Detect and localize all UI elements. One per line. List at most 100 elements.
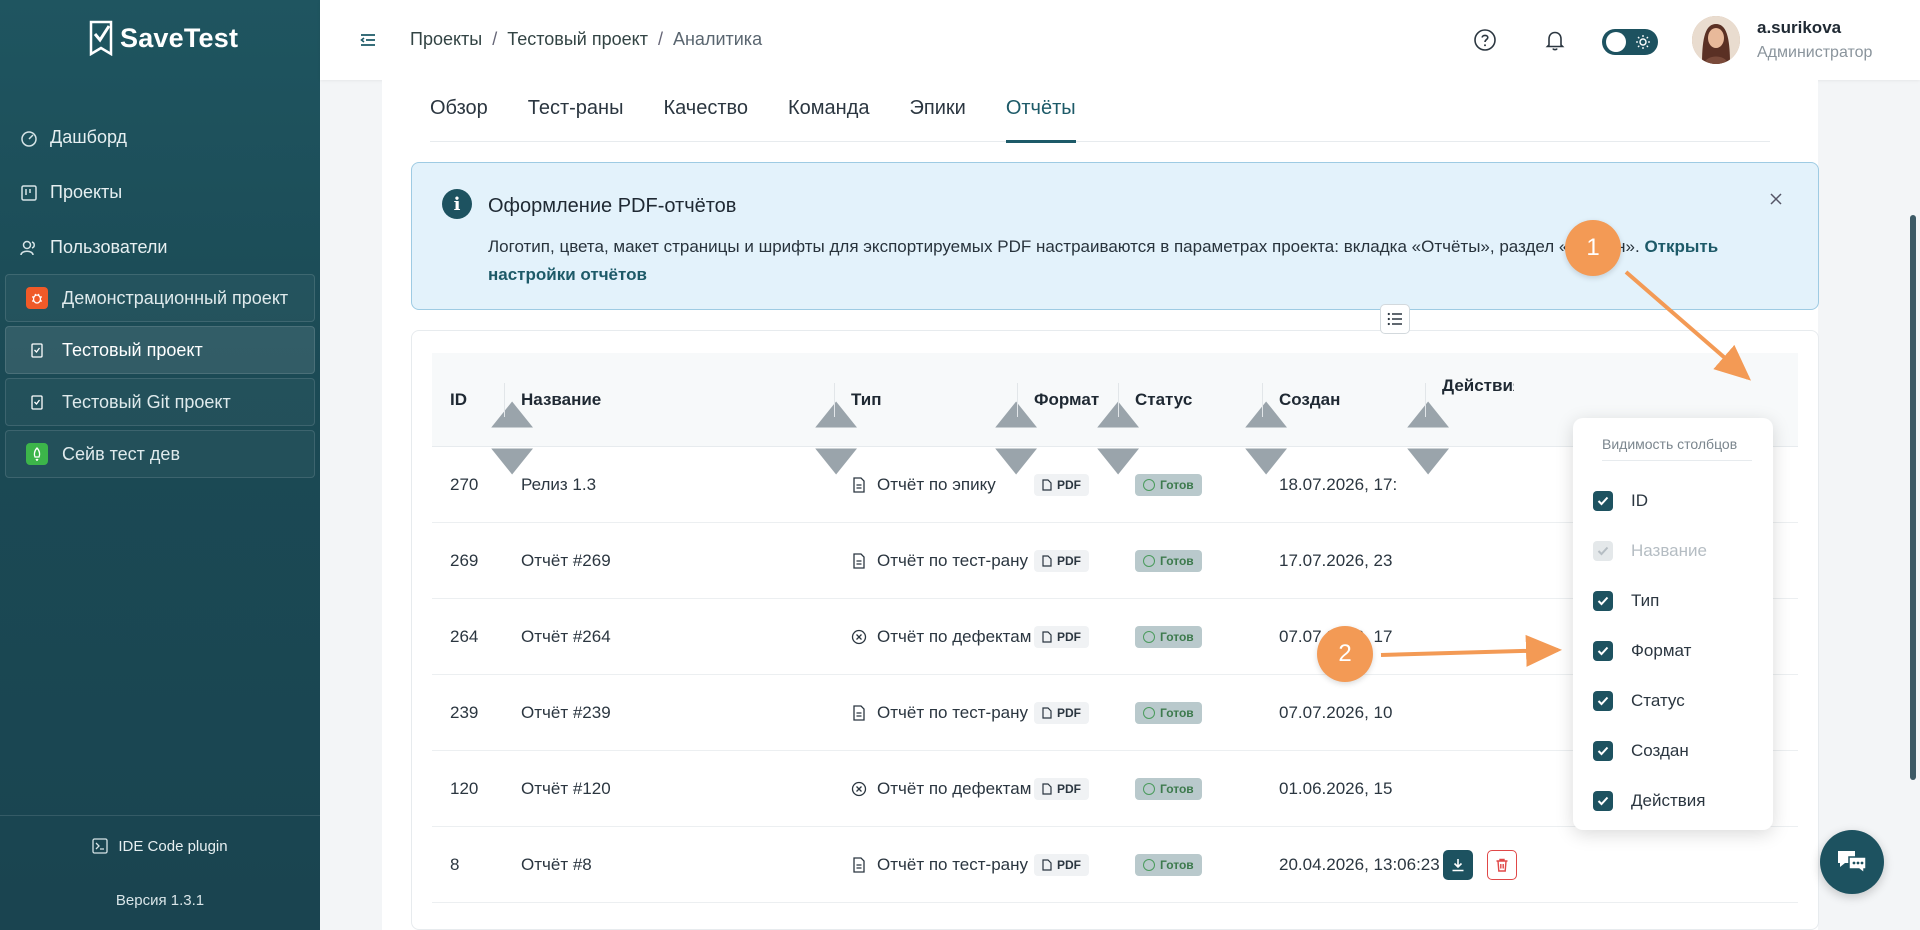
row-created: 07.07.2026, 10 xyxy=(1279,703,1393,722)
row-created: 17.07.2026, 23 xyxy=(1279,551,1393,570)
column-header-created[interactable]: Создан xyxy=(1279,353,1340,447)
file-icon xyxy=(1042,859,1052,871)
trash-icon xyxy=(1496,858,1508,872)
column-menu-title: Видимость столбцов xyxy=(1602,436,1752,461)
column-toggle-created[interactable]: Создан xyxy=(1593,736,1689,766)
row-name[interactable]: Отчёт #8 xyxy=(521,827,592,903)
user-avatar[interactable] xyxy=(1692,16,1740,64)
sidebar-project-demo[interactable]: Демонстрационный проект xyxy=(5,274,315,322)
format-badge: PDF xyxy=(1034,702,1089,724)
row-type: Отчёт по тест-рану xyxy=(851,523,1028,599)
column-header-id[interactable]: ID xyxy=(450,353,467,447)
row-format: PDF xyxy=(1034,827,1089,903)
collapse-menu-icon[interactable] xyxy=(358,30,378,50)
annotation-marker-2: 2 xyxy=(1317,626,1373,682)
page-scrollbar[interactable] xyxy=(1910,215,1916,780)
format-badge: PDF xyxy=(1034,474,1089,496)
row-type: Отчёт по тест-рану xyxy=(851,827,1028,903)
tab-team[interactable]: Команда xyxy=(788,80,869,142)
column-header-label: Название xyxy=(521,390,602,409)
row-id: 239 xyxy=(450,703,479,722)
tab-reports[interactable]: Отчёты xyxy=(1005,80,1076,143)
close-icon[interactable] xyxy=(1768,191,1784,207)
checkbox-checked-icon[interactable] xyxy=(1593,691,1613,711)
row-status: Готов xyxy=(1135,675,1202,751)
notifications-bell-icon[interactable] xyxy=(1543,28,1567,52)
column-toggle-id[interactable]: ID xyxy=(1593,486,1648,516)
tab-test-runs[interactable]: Тест-раны xyxy=(528,80,624,142)
row-format: PDF xyxy=(1034,675,1089,751)
row-name[interactable]: Релиз 1.3 xyxy=(521,447,596,523)
status-label: Готов xyxy=(1160,554,1194,568)
checkbox-checked-icon[interactable] xyxy=(1593,591,1613,611)
checkbox-checked-icon[interactable] xyxy=(1593,741,1613,761)
tab-epics[interactable]: Эпики xyxy=(910,80,966,142)
status-label: Готов xyxy=(1160,478,1194,492)
status-label: Готов xyxy=(1160,706,1194,720)
check-circle-icon xyxy=(1143,783,1155,795)
row-name[interactable]: Отчёт #269 xyxy=(521,523,611,599)
column-toggle-format[interactable]: Формат xyxy=(1593,636,1691,666)
breadcrumb-separator: / xyxy=(492,29,498,49)
column-visibility-menu: Видимость столбцов ID Название Тип Форма… xyxy=(1573,418,1773,830)
nav-users[interactable]: Пользователи xyxy=(0,220,320,275)
theme-toggle[interactable] xyxy=(1602,29,1658,55)
sidebar-project-git[interactable]: Тестовый Git проект xyxy=(5,378,315,426)
column-toggle-status[interactable]: Статус xyxy=(1593,686,1685,716)
check-circle-icon xyxy=(1143,479,1155,491)
chat-icon xyxy=(1838,851,1867,875)
column-toggle-actions[interactable]: Действия xyxy=(1593,786,1705,816)
logo-icon xyxy=(89,20,113,56)
sidebar-project-test[interactable]: Тестовый проект xyxy=(5,326,315,374)
checkbox-checked-icon[interactable] xyxy=(1593,491,1613,511)
column-visibility-button[interactable] xyxy=(1380,304,1410,334)
download-button[interactable] xyxy=(1443,850,1473,880)
column-toggle-name: Название xyxy=(1593,536,1707,566)
status-badge: Готов xyxy=(1135,626,1202,648)
row-name[interactable]: Отчёт #120 xyxy=(521,751,611,827)
help-icon[interactable] xyxy=(1473,28,1497,52)
checkbox-checked-icon[interactable] xyxy=(1593,791,1613,811)
column-header-actions: Действия xyxy=(1442,353,1514,447)
delete-button[interactable] xyxy=(1487,850,1517,880)
row-id: 264 xyxy=(450,627,479,646)
checkbox-checked-icon[interactable] xyxy=(1593,641,1613,661)
column-divider xyxy=(1425,383,1426,417)
column-toggle-label: Название xyxy=(1631,541,1707,560)
sidebar-project-dev[interactable]: Сейв тест дев xyxy=(5,430,315,478)
column-toggle-type[interactable]: Тип xyxy=(1593,586,1659,616)
info-title: Оформление PDF-отчётов xyxy=(488,195,737,217)
row-name[interactable]: Отчёт #239 xyxy=(521,675,611,751)
column-header-type[interactable]: Тип xyxy=(851,353,881,447)
ide-plugin-link[interactable]: IDE Code plugin xyxy=(0,816,320,876)
breadcrumb-project[interactable]: Тестовый проект xyxy=(507,29,648,50)
status-badge: Готов xyxy=(1135,778,1202,800)
column-toggle-label: Статус xyxy=(1631,691,1685,710)
app-logo[interactable]: SaveTest xyxy=(88,20,238,56)
status-badge: Готов xyxy=(1135,702,1202,724)
column-header-label: Статус xyxy=(1135,390,1193,409)
document-icon xyxy=(853,477,865,493)
row-created: 18.07.2026, 17: xyxy=(1279,475,1398,494)
table-row[interactable]: 8 Отчёт #8 Отчёт по тест-рану PDF Готов … xyxy=(432,827,1798,903)
nav-projects[interactable]: Проекты xyxy=(0,165,320,220)
column-header-name[interactable]: Название xyxy=(521,353,601,447)
tab-quality[interactable]: Качество xyxy=(663,80,748,142)
nav-dashboard[interactable]: Дашборд xyxy=(0,110,320,165)
clipboard-icon xyxy=(26,391,48,413)
column-header-status[interactable]: Статус xyxy=(1135,353,1192,447)
row-created: 20.04.2026, 13:06:23 xyxy=(1279,855,1440,874)
row-name[interactable]: Отчёт #264 xyxy=(521,599,611,675)
breadcrumb: Проекты / Тестовый проект / Аналитика xyxy=(410,29,762,50)
column-toggle-label: Тип xyxy=(1631,591,1660,610)
chat-button[interactable] xyxy=(1820,830,1884,894)
app-version: Версия 1.3.1 xyxy=(115,892,205,909)
status-label: Готов xyxy=(1160,630,1194,644)
user-name[interactable]: a.surikova xyxy=(1757,18,1841,38)
column-header-format[interactable]: Формат xyxy=(1034,353,1099,447)
breadcrumb-projects[interactable]: Проекты xyxy=(410,29,482,50)
tab-overview[interactable]: Обзор xyxy=(430,80,488,142)
format-label: PDF xyxy=(1057,630,1081,644)
row-id: 269 xyxy=(450,551,479,570)
row-type: Отчёт по дефектам xyxy=(851,751,1031,827)
